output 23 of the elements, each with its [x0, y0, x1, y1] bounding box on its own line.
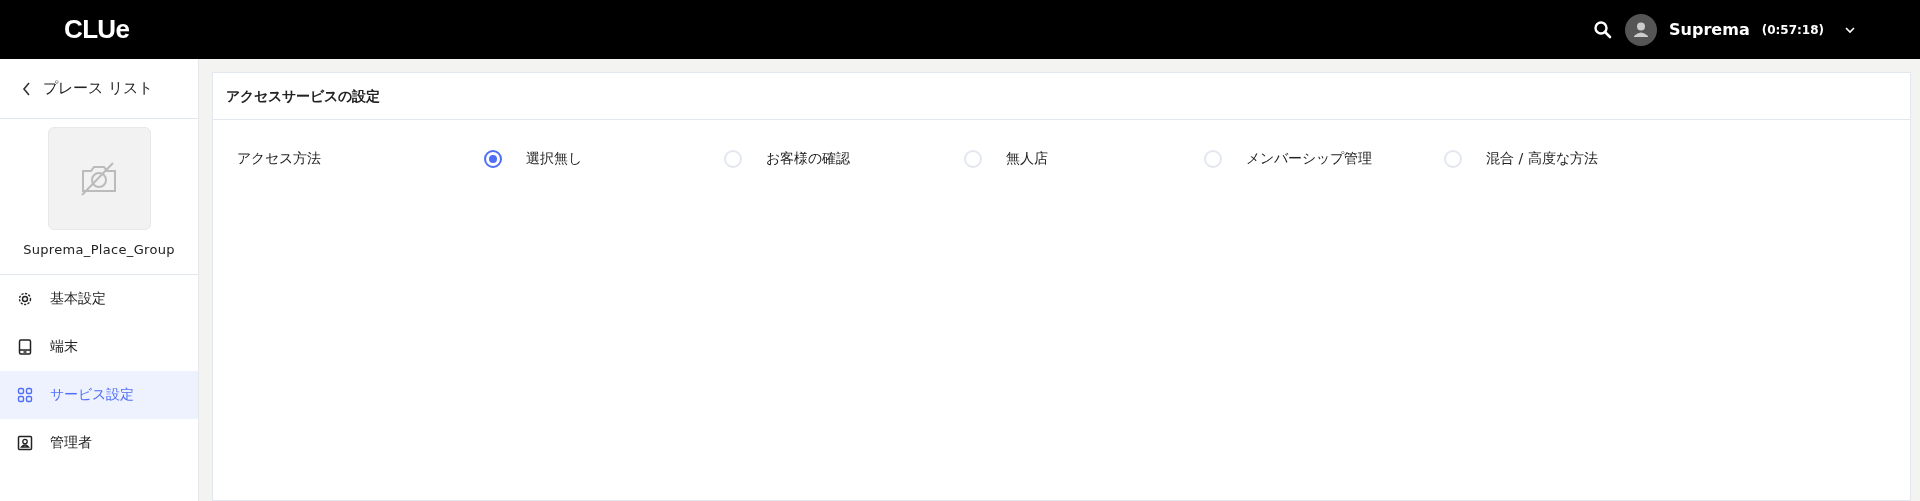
chevron-down-icon[interactable] — [1844, 25, 1856, 34]
nav-item[interactable]: サービス設定 — [0, 370, 198, 419]
field-label: アクセス方法 — [237, 149, 322, 168]
session-time: (0:57:18) — [1761, 21, 1824, 39]
avatar-icon[interactable] — [1625, 13, 1658, 46]
search-icon[interactable] — [1593, 19, 1614, 40]
grid-icon — [17, 386, 33, 403]
option-label: 混合 / 高度な方法 — [1486, 149, 1598, 168]
option-label: 選択無し — [526, 149, 582, 168]
user-name[interactable]: Suprema — [1669, 17, 1750, 42]
option-label: お客様の確認 — [766, 149, 850, 168]
chevron-left-icon — [22, 81, 31, 96]
tablet-icon — [17, 338, 33, 355]
back-link[interactable]: プレース リスト — [0, 59, 198, 119]
place-name: Suprema_Place_Group — [23, 241, 175, 259]
option-label: 無人店 — [1006, 149, 1048, 168]
person-badge-icon — [17, 434, 33, 451]
no-photo-icon — [79, 160, 119, 197]
radio-button[interactable] — [484, 149, 502, 168]
panel-title: アクセスサービスの設定 — [226, 86, 380, 106]
option-label: メンバーシップ管理 — [1246, 149, 1372, 168]
gear-icon — [17, 290, 33, 307]
logo[interactable]: CLUe — [64, 10, 130, 49]
